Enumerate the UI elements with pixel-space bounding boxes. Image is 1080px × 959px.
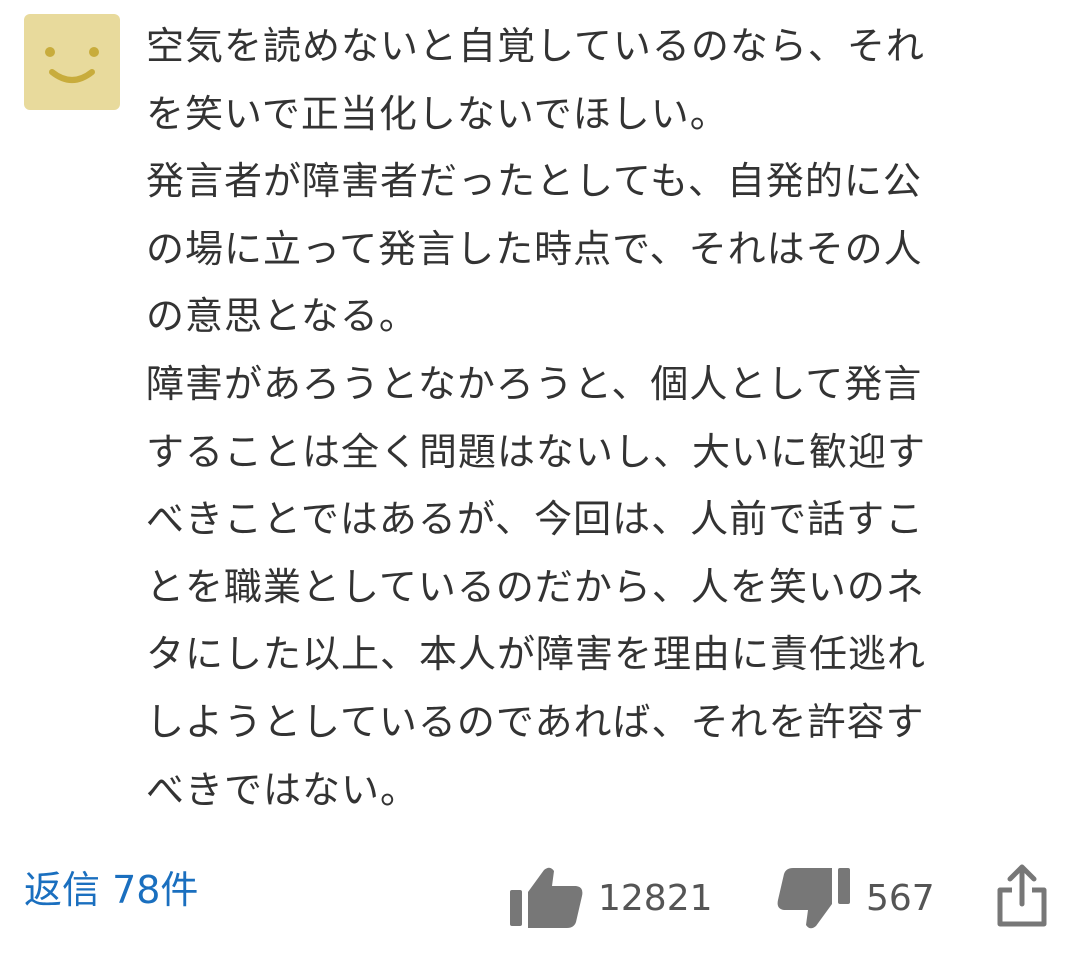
smiley-face-icon bbox=[45, 47, 99, 83]
share-button[interactable] bbox=[994, 862, 1050, 930]
comment-line: することは全く問題はないし、大いに歓迎す bbox=[146, 429, 927, 474]
comment-line: しようとしているのであれば、それを許容す bbox=[146, 699, 925, 744]
comment-line: を笑いで正当化しないでほしい。 bbox=[146, 91, 729, 136]
thumbs-down-icon bbox=[777, 868, 850, 929]
comment-body: 空気を読めないと自覚しているのなら、それ を笑いで正当化しないでほしい。 発言者… bbox=[146, 13, 1056, 824]
comment-line: タにした以上、本人が障害を理由に責任逃れ bbox=[146, 632, 927, 677]
thumbs-up-icon bbox=[510, 867, 583, 928]
bad-button[interactable]: 567 bbox=[776, 866, 935, 930]
good-button[interactable]: 12821 bbox=[508, 866, 713, 930]
comment-line: 障害があろうとなかろうと、個人として発言 bbox=[146, 361, 923, 406]
comment-line: 発言者が障害者だったとしても、自発的に公 bbox=[146, 159, 922, 204]
share-icon bbox=[997, 864, 1047, 927]
comment-line: 空気を読めないと自覚しているのなら、それ bbox=[146, 24, 925, 68]
comment-line: とを職業としているのだから、人を笑いのネ bbox=[146, 564, 925, 609]
good-count: 12821 bbox=[598, 877, 713, 919]
comment-line: の場に立って発言した時点で、それはその人 bbox=[146, 226, 923, 271]
avatar bbox=[24, 14, 120, 110]
comment-line: べきではない。 bbox=[146, 767, 420, 812]
comment-line: の意思となる。 bbox=[146, 294, 418, 339]
reply-link[interactable]: 返信 78件 bbox=[24, 866, 198, 914]
comment-line: べきことではあるが、今回は、人前で話すこ bbox=[146, 497, 925, 542]
bad-count: 567 bbox=[866, 877, 935, 919]
comment-actions: 返信 78件 12821 567 bbox=[0, 858, 1080, 938]
